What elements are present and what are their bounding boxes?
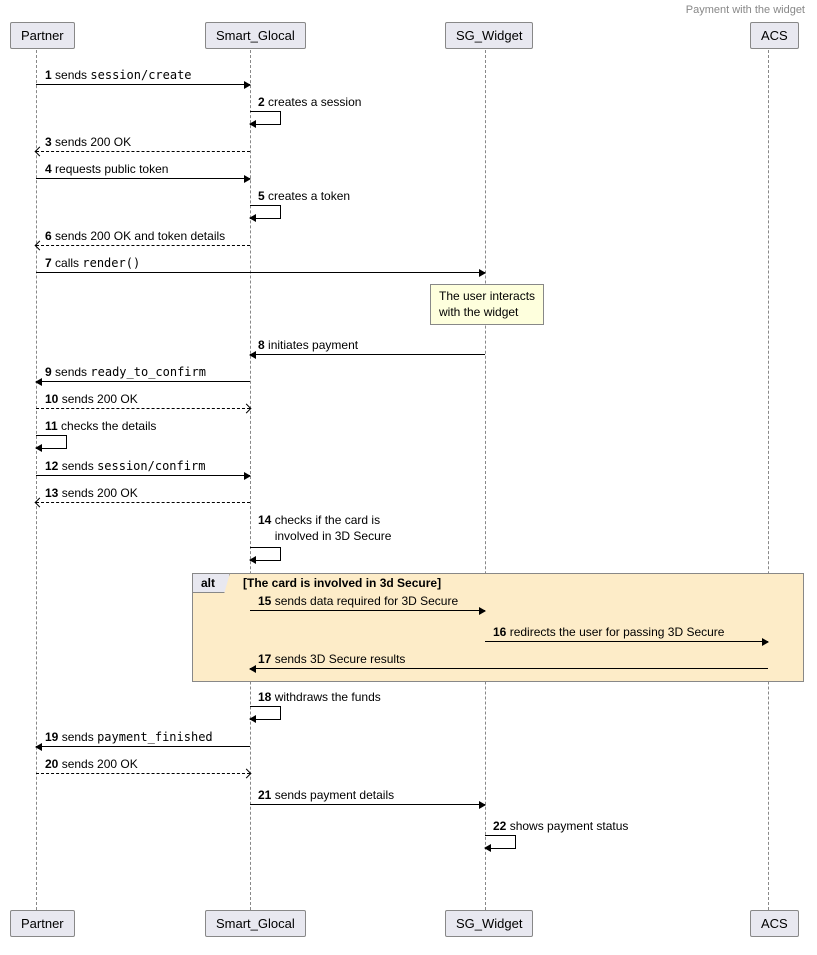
msg-10-arrow <box>36 408 250 409</box>
msg-18-label: 18 withdraws the funds <box>258 690 381 704</box>
msg-21-arrow <box>250 804 485 805</box>
msg-5-arrow <box>250 205 281 219</box>
msg-18-arrow <box>250 706 281 720</box>
msg-10-label: 10 sends 200 OK <box>45 392 138 406</box>
diagram-title: Payment with the widget <box>686 4 805 16</box>
msg-11-arrow <box>36 435 67 449</box>
msg-16-arrow <box>485 641 768 642</box>
msg-12-arrow <box>36 475 250 476</box>
msg-2-label: 2 creates a session <box>258 95 361 109</box>
msg-19-label: 19 sends payment_finished <box>45 730 213 744</box>
msg-15-label: 15 sends data required for 3D Secure <box>258 594 458 608</box>
msg-6-label: 6 sends 200 OK and token details <box>45 229 225 243</box>
participant-sgwidget-bottom: SG_Widget <box>445 910 533 937</box>
msg-19-arrow <box>36 746 250 747</box>
msg-14-arrow <box>250 547 281 561</box>
lifeline-acs <box>768 50 769 910</box>
participant-sgwidget-top: SG_Widget <box>445 22 533 49</box>
msg-9-arrow <box>36 381 250 382</box>
msg-2-arrow <box>250 111 281 125</box>
participant-smartglocal-bottom: Smart_Glocal <box>205 910 306 937</box>
msg-6-arrow <box>36 245 250 246</box>
msg-13-arrow <box>36 502 250 503</box>
msg-20-label: 20 sends 200 OK <box>45 757 138 771</box>
msg-15-arrow <box>250 610 485 611</box>
msg-4-label: 4 requests public token <box>45 162 168 176</box>
msg-3-label: 3 sends 200 OK <box>45 135 131 149</box>
participant-partner-bottom: Partner <box>10 910 75 937</box>
participant-partner-top: Partner <box>10 22 75 49</box>
msg-1-label: 1 sends session/create <box>45 68 192 82</box>
participant-acs-bottom: ACS <box>750 910 799 937</box>
lifeline-sgwidget <box>485 50 486 910</box>
msg-3-arrow <box>36 151 250 152</box>
msg-4-arrow <box>36 178 250 179</box>
msg-9-label: 9 sends ready_to_confirm <box>45 365 206 379</box>
participant-smartglocal-top: Smart_Glocal <box>205 22 306 49</box>
msg-8-label: 8 initiates payment <box>258 338 358 352</box>
msg-21-label: 21 sends payment details <box>258 788 394 802</box>
msg-20-arrow <box>36 773 250 774</box>
msg-16-label: 16 redirects the user for passing 3D Sec… <box>493 625 724 639</box>
alt-condition: [The card is involved in 3d Secure] <box>243 576 441 590</box>
note-user-interacts: The user interacts with the widget <box>430 284 544 325</box>
msg-5-label: 5 creates a token <box>258 189 350 203</box>
msg-7-label: 7 calls render() <box>45 256 140 270</box>
msg-7-arrow <box>36 272 485 273</box>
lifeline-partner <box>36 50 37 910</box>
msg-11-label: 11 checks the details <box>45 419 156 433</box>
alt-label: alt <box>192 573 230 593</box>
msg-1-arrow <box>36 84 250 85</box>
msg-22-label: 22 shows payment status <box>493 819 628 833</box>
msg-13-label: 13 sends 200 OK <box>45 486 138 500</box>
msg-14-label: 14 checks if the card is involved in 3D … <box>258 513 391 544</box>
msg-17-arrow <box>250 668 768 669</box>
participant-acs-top: ACS <box>750 22 799 49</box>
msg-22-arrow <box>485 835 516 849</box>
msg-8-arrow <box>250 354 485 355</box>
msg-17-label: 17 sends 3D Secure results <box>258 652 405 666</box>
msg-12-label: 12 sends session/confirm <box>45 459 205 473</box>
